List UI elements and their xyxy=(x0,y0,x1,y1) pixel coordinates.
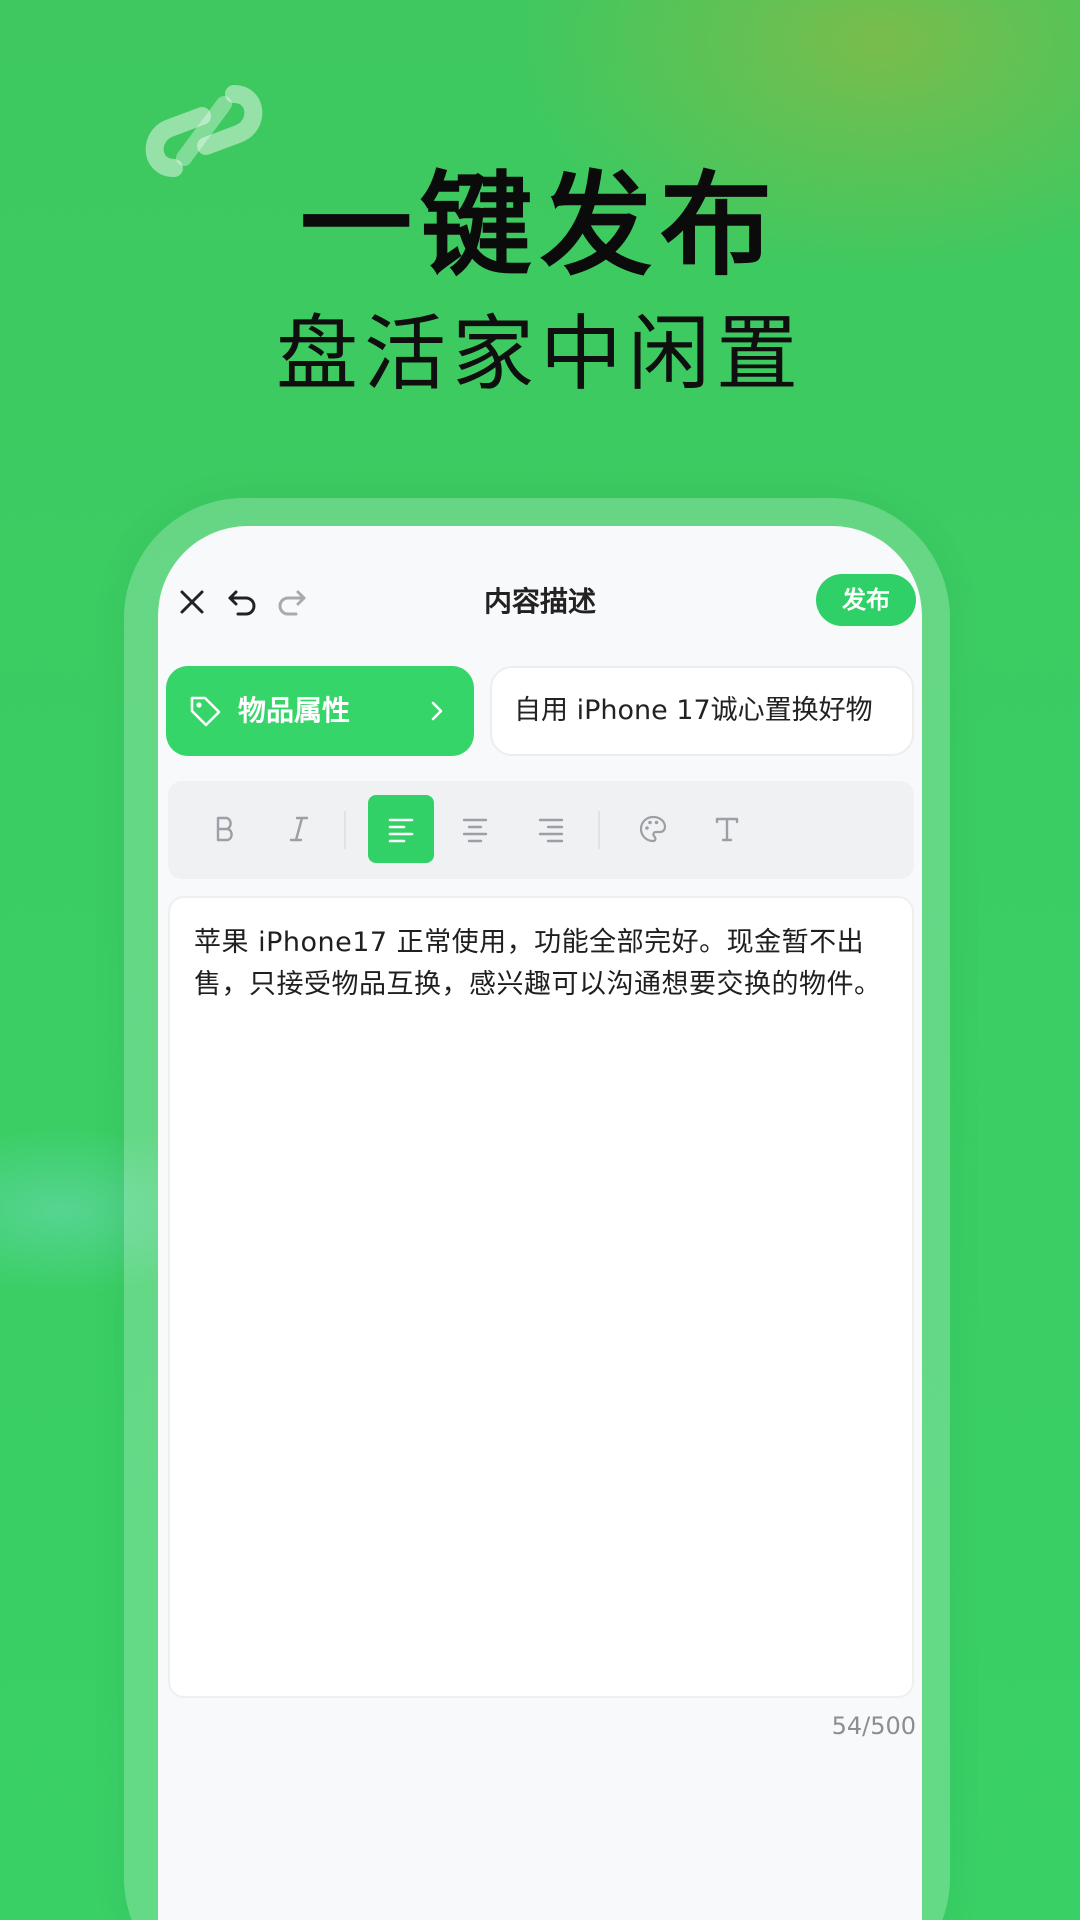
chevron-right-icon xyxy=(431,701,443,721)
publish-button[interactable]: 发布 xyxy=(816,574,916,626)
item-attributes-button[interactable]: 物品属性 xyxy=(166,666,474,756)
align-center-button[interactable] xyxy=(442,795,508,863)
description-text: 苹果 iPhone17 正常使用，功能全部完好。现金暂不出售，只接受物品互换，感… xyxy=(194,927,882,1000)
item-attributes-label: 物品属性 xyxy=(238,694,351,727)
title-input[interactable]: 自用 iPhone 17诚心置换好物 xyxy=(490,666,914,756)
palette-icon xyxy=(639,815,667,843)
italic-icon xyxy=(289,816,309,842)
promo-headline: 一键发布 xyxy=(300,161,780,291)
character-counter: 54/500 xyxy=(831,1712,916,1740)
tag-icon xyxy=(190,696,221,727)
bold-button[interactable] xyxy=(192,795,258,863)
italic-button[interactable] xyxy=(266,795,332,863)
phone-screen: 内容描述 发布 物品属性 自用 iPhone 17诚心置换好物 苹果 iPhon… xyxy=(158,526,922,1920)
page-title: 内容描述 xyxy=(483,585,596,618)
color-button[interactable] xyxy=(620,795,686,863)
align-right-icon xyxy=(538,818,564,843)
format-toolbar xyxy=(168,781,914,879)
text-style-button[interactable] xyxy=(694,795,760,863)
align-center-icon xyxy=(462,818,488,843)
toolbar-divider xyxy=(344,811,346,849)
align-left-button[interactable] xyxy=(368,795,434,863)
bold-icon xyxy=(216,816,233,842)
toolbar-divider xyxy=(598,811,600,849)
description-editor[interactable]: 苹果 iPhone17 正常使用，功能全部完好。现金暂不出售，只接受物品互换，感… xyxy=(168,896,914,1698)
text-style-icon xyxy=(715,817,739,842)
align-left-icon xyxy=(388,818,414,843)
top-bar: 内容描述 发布 xyxy=(158,566,922,638)
promo-subheadline: 盘活家中闲置 xyxy=(275,307,804,402)
align-right-button[interactable] xyxy=(518,795,584,863)
